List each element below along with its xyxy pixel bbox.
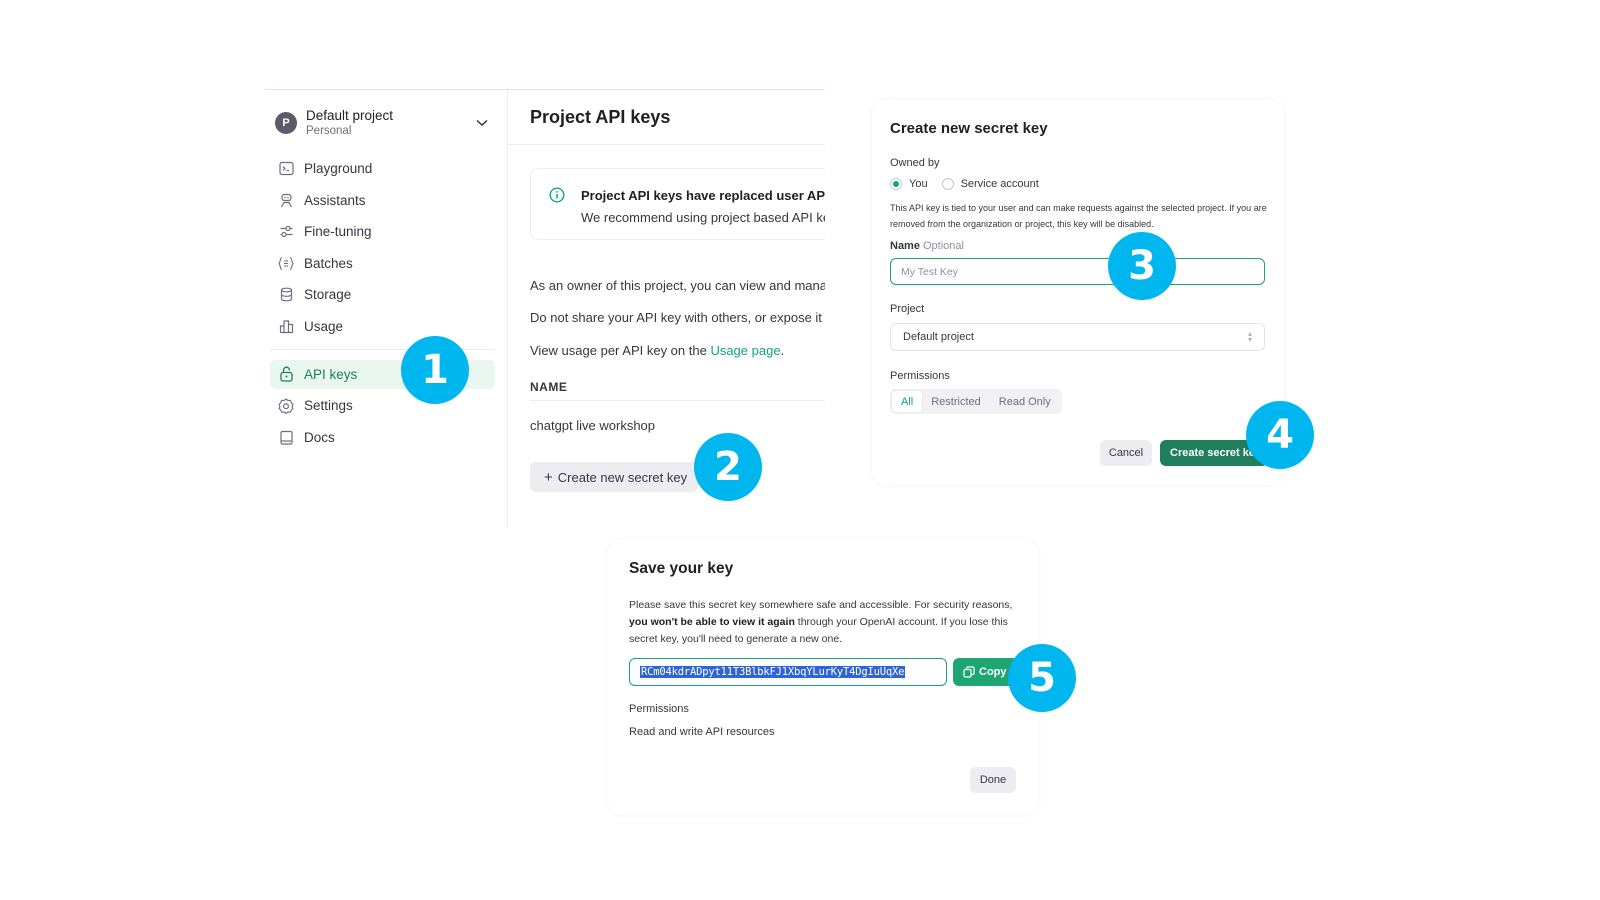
secret-key-value[interactable]: RCm04kdrADpyt11T3BlbkFJ1XbqYLurKyT4DgIuU… [640,666,906,678]
radio-service-account[interactable] [941,178,954,190]
notice-title: Project API keys have replaced user API … [581,188,825,203]
create-button-label: Create new secret key [557,469,688,485]
radio-you-label: You [909,178,928,190]
radio-service-account-label: Service account [960,178,1039,190]
step-badge-3: 3 [1108,232,1176,300]
owner-help-text: This API key is tied to your user and ca… [890,203,1267,229]
step-badge-4: 4 [1246,401,1314,469]
permissions-value: Read and write API resources [629,726,775,738]
info-notice: Project API keys have replaced user API … [530,168,825,240]
sidebar-item-usage[interactable]: Usage [270,312,495,341]
sidebar-item-label: Fine-tuning [304,224,372,239]
usage-prefix: View usage per API key on the [530,343,711,358]
key-name-input[interactable] [890,258,1265,285]
plus-icon: + [544,468,553,486]
cancel-button[interactable]: Cancel [1100,440,1152,466]
sidebar-item-label: Docs [304,429,335,445]
project-name: Default project [306,108,394,123]
step-badge-2: 2 [694,433,762,501]
project-avatar: P [275,112,297,134]
create-new-secret-key-button[interactable]: + Create new secret key [530,462,698,492]
usage-suffix: . [780,343,785,358]
lock-icon [278,366,294,382]
sidebar-item-label: Settings [304,398,353,413]
chevron-up-down-icon: ▴ ▾ [1247,329,1252,344]
dialog-title: Save your key [629,560,734,577]
sidebar-item-assistants[interactable]: Assistants [270,186,495,215]
database-icon [278,287,294,303]
permissions-label: Permissions [890,370,950,382]
sidebar-item-storage[interactable]: Storage [270,280,495,309]
desc-bold: you won't be able to view it again [629,616,795,628]
name-label-text: Name [890,240,920,252]
table-row[interactable]: chatgpt live workshop [530,418,655,433]
project-switcher[interactable]: P Default project Personal [275,106,497,140]
terminal-icon [278,161,294,177]
sidebar-item-label: Assistants [304,192,366,208]
project-subtitle: Personal [306,125,352,137]
sidebar-item-label: API keys [304,366,358,382]
sidebar-item-settings[interactable]: Settings [270,391,495,420]
project-label: Project [890,303,925,315]
chevron-down-icon[interactable] [475,116,489,130]
robot-icon [278,192,294,208]
desc-text-1: Please save this secret key somewhere sa… [629,599,1013,611]
book-icon [278,429,294,445]
optional-hint: Optional [922,240,964,252]
info-icon [549,187,565,203]
copy-icon [963,666,975,678]
sidebar-item-batches[interactable]: Batches [270,249,495,278]
dialog-title: Create new secret key [890,120,1048,137]
secret-key-field[interactable]: RCm04kdrADpyt11T3BlbkFJ1XbqYLurKyT4DgIuU… [629,658,947,686]
name-label: Name Optional [890,240,964,252]
save-key-description: Please save this secret key somewhere sa… [629,597,1024,648]
sidebar-item-label: Batches [304,255,353,271]
braces-list-icon [278,255,294,271]
project-select[interactable]: Default project ▴ ▾ [890,323,1265,351]
project-select-value: Default project [903,331,974,343]
permissions-label: Permissions [629,703,689,715]
sidebar-item-playground[interactable]: Playground [270,154,495,183]
sidebar-item-label: Storage [304,287,352,302]
step-badge-5: 5 [1008,644,1076,712]
owned-by-label: Owned by [890,157,940,169]
permission-restricted[interactable]: Restricted [922,391,990,412]
column-header-name: NAME [530,380,568,394]
usage-page-link[interactable]: Usage page [710,343,780,358]
gear-icon [278,397,294,414]
header-divider [508,144,825,145]
table-divider [530,400,825,401]
permissions-segmented-control: All Restricted Read Only [890,389,1062,414]
done-button[interactable]: Done [970,767,1016,793]
sidebar-item-fine-tuning[interactable]: Fine-tuning [270,217,495,246]
notice-body: We recommend using project based API key… [581,210,825,225]
page-title: Project API keys [530,107,671,127]
project-info: Default project Personal [306,108,475,138]
security-paragraph: Do not share your API key with others, o… [530,310,825,325]
owner-paragraph: As an owner of this project, you can vie… [530,278,825,293]
radio-you[interactable] [890,178,902,190]
owner-radio-group: You Service account [890,178,1039,190]
step-badge-1: 1 [401,336,469,404]
bar-chart-icon [278,318,294,334]
main-content: Project API keys Project API keys have r… [508,90,825,528]
save-key-dialog: Save your key Please save this secret ke… [608,540,1038,815]
usage-paragraph: View usage per API key on the Usage page… [530,343,784,358]
sidebar: P Default project Personal Playground As… [265,90,507,528]
sidebar-nav: Playground Assistants Fine-tuning Batche… [270,154,495,454]
copy-label: Copy [979,666,1007,678]
permission-all[interactable]: All [892,391,923,412]
sidebar-item-label: Usage [304,318,344,334]
sliders-icon [278,224,294,240]
sidebar-item-docs[interactable]: Docs [270,423,495,452]
sidebar-item-label: Playground [304,161,373,176]
permission-read-only[interactable]: Read Only [990,391,1060,412]
create-secret-key-dialog: Create new secret key Owned by You Servi… [872,100,1284,485]
